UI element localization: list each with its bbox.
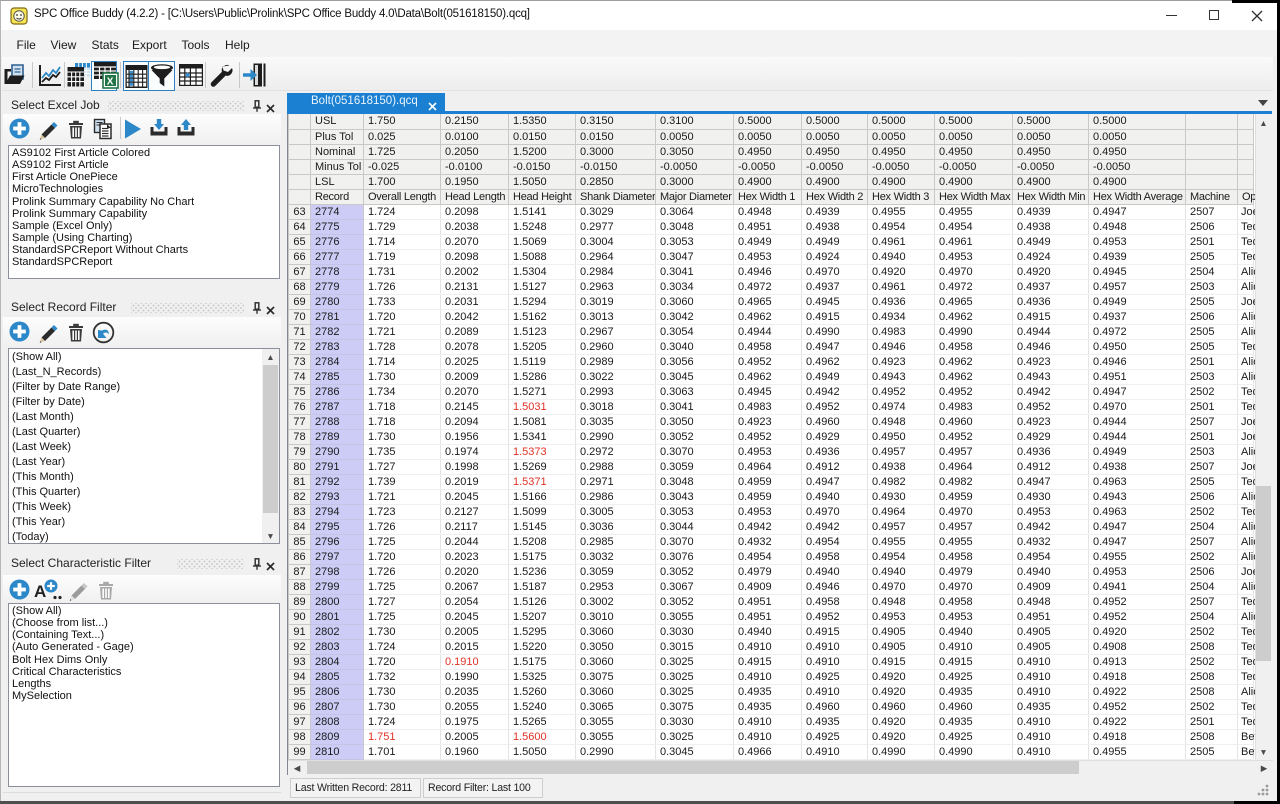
- svg-text:A: A: [34, 582, 46, 601]
- svg-text:X: X: [107, 77, 114, 88]
